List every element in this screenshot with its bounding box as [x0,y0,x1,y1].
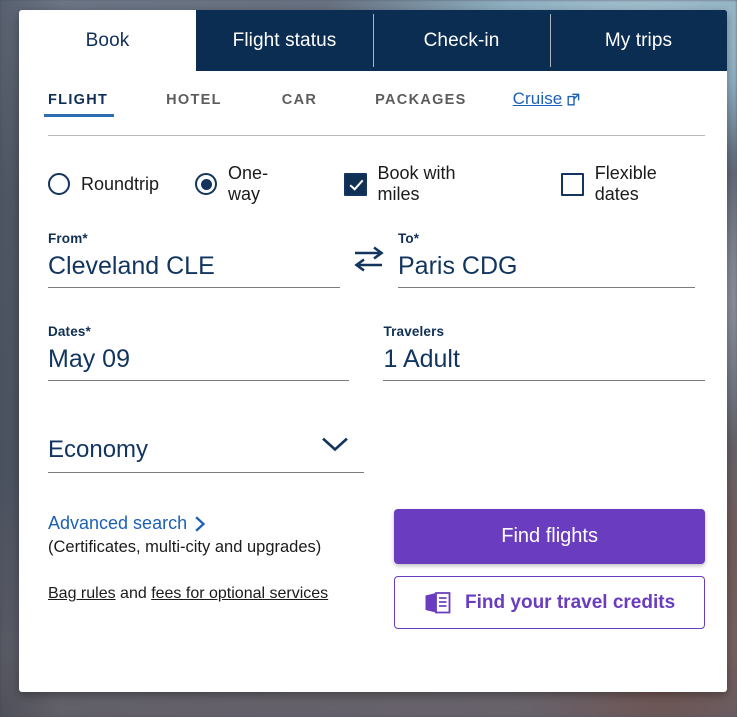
bag-rules-line: Bag rules and fees for optional services [48,585,394,603]
subtab-cruise-label: Cruise [512,89,563,108]
subtab-car-label: CAR [281,92,318,108]
checkbox-book-with-miles-label: Book with miles [377,163,456,204]
bag-rules-link[interactable]: Bag rules [48,585,116,602]
subtab-divider-rule [48,135,705,136]
subtab-hotel-label: HOTEL [166,92,222,108]
dates-field-value: May 09 [48,345,130,373]
advanced-search-link[interactable]: Advanced search [48,513,394,534]
radio-roundtrip-icon [48,173,70,195]
dates-field-label: Dates* [48,324,91,339]
to-field-value: Paris CDG [398,252,518,280]
find-flights-button[interactable]: Find flights [394,509,705,564]
form-footer: Advanced search (Certificates, multi-cit… [48,509,705,629]
checkbox-flexible-dates-icon [560,172,584,196]
subtab-flight[interactable]: FLIGHT [44,88,115,117]
travelers-field[interactable]: Travelers 1 Adult [383,324,705,381]
advanced-search-note: (Certificates, multi-city and upgrades) [48,538,322,556]
radio-one-way-icon [195,173,218,195]
booking-widget-card: Book Flight status Check-in My trips FLI… [19,10,727,692]
tab-check-in[interactable]: Check-in [373,10,550,71]
tab-flight-status[interactable]: Flight status [196,10,373,71]
tab-flight-status-label: Flight status [232,29,337,51]
primary-tab-bar: Book Flight status Check-in My trips [19,10,727,71]
cabin-class-underline [48,472,364,473]
radio-one-way-label: One-way [228,163,269,204]
swap-origin-destination-button[interactable] [340,244,398,288]
travelers-field-value: 1 Adult [383,345,460,373]
tab-book[interactable]: Book [19,10,196,71]
cabin-class-value: Economy [48,436,149,463]
search-form: Roundtrip One-way Book with miles Flexib… [19,163,727,629]
dates-field-underline [48,380,350,381]
to-field[interactable]: To* Paris CDG [398,231,695,288]
secondary-tab-bar: FLIGHT HOTEL CAR PACKAGES Cruise [44,88,705,136]
tab-my-trips[interactable]: My trips [550,10,727,71]
radio-roundtrip-label: Roundtrip [81,173,160,194]
checkbox-flexible-dates-label: Flexible dates [594,163,657,204]
find-travel-credits-label: Find your travel credits [465,591,676,613]
checkbox-book-with-miles-icon [343,172,367,196]
chevron-down-icon [322,437,348,452]
from-field-underline [48,287,340,288]
footer-actions: Find flights Find your travel credits [394,509,705,629]
radio-one-way[interactable]: One-way [195,163,299,205]
chevron-right-icon [195,515,206,532]
to-field-label: To* [398,231,420,246]
from-field-label: From* [48,231,88,246]
subtab-flight-label: FLIGHT [48,92,109,108]
to-field-underline [398,287,695,288]
travelers-field-underline [383,380,705,381]
optional-service-fees-link[interactable]: fees for optional services [151,585,328,602]
cabin-class-select[interactable]: Economy [48,433,364,473]
active-subtab-underline [44,114,115,117]
checkbox-book-with-miles[interactable]: Book with miles [343,163,502,205]
advanced-search-label: Advanced search [48,513,188,533]
footer-links: Advanced search (Certificates, multi-cit… [48,509,394,603]
from-field[interactable]: From* Cleveland CLE [48,231,340,288]
tab-check-in-label: Check-in [423,29,500,51]
radio-roundtrip[interactable]: Roundtrip [48,173,159,195]
from-field-value: Cleveland CLE [48,252,215,280]
travel-credit-voucher-icon [425,591,451,613]
subtab-car[interactable]: CAR [282,88,317,108]
find-travel-credits-button[interactable]: Find your travel credits [394,576,705,629]
tab-my-trips-label: My trips [604,29,673,51]
origin-destination-row: From* Cleveland CLE To* Paris CDG [48,231,705,288]
subtab-packages-label: PACKAGES [375,92,467,108]
external-link-icon [567,93,580,105]
travelers-field-label: Travelers [383,324,445,339]
subtab-packages[interactable]: PACKAGES [375,88,467,108]
checkbox-flexible-dates[interactable]: Flexible dates [560,163,705,205]
subtab-cruise[interactable]: Cruise [513,88,581,109]
dates-travelers-row: Dates* May 09 Travelers 1 Adult [48,324,705,381]
tab-book-label: Book [85,29,130,51]
swap-arrows-icon [354,246,384,272]
dates-field[interactable]: Dates* May 09 [48,324,350,381]
bag-rules-conjunction: and [115,585,152,602]
subtab-hotel[interactable]: HOTEL [166,88,222,108]
trip-type-row: Roundtrip One-way Book with miles Flexib… [48,163,705,205]
